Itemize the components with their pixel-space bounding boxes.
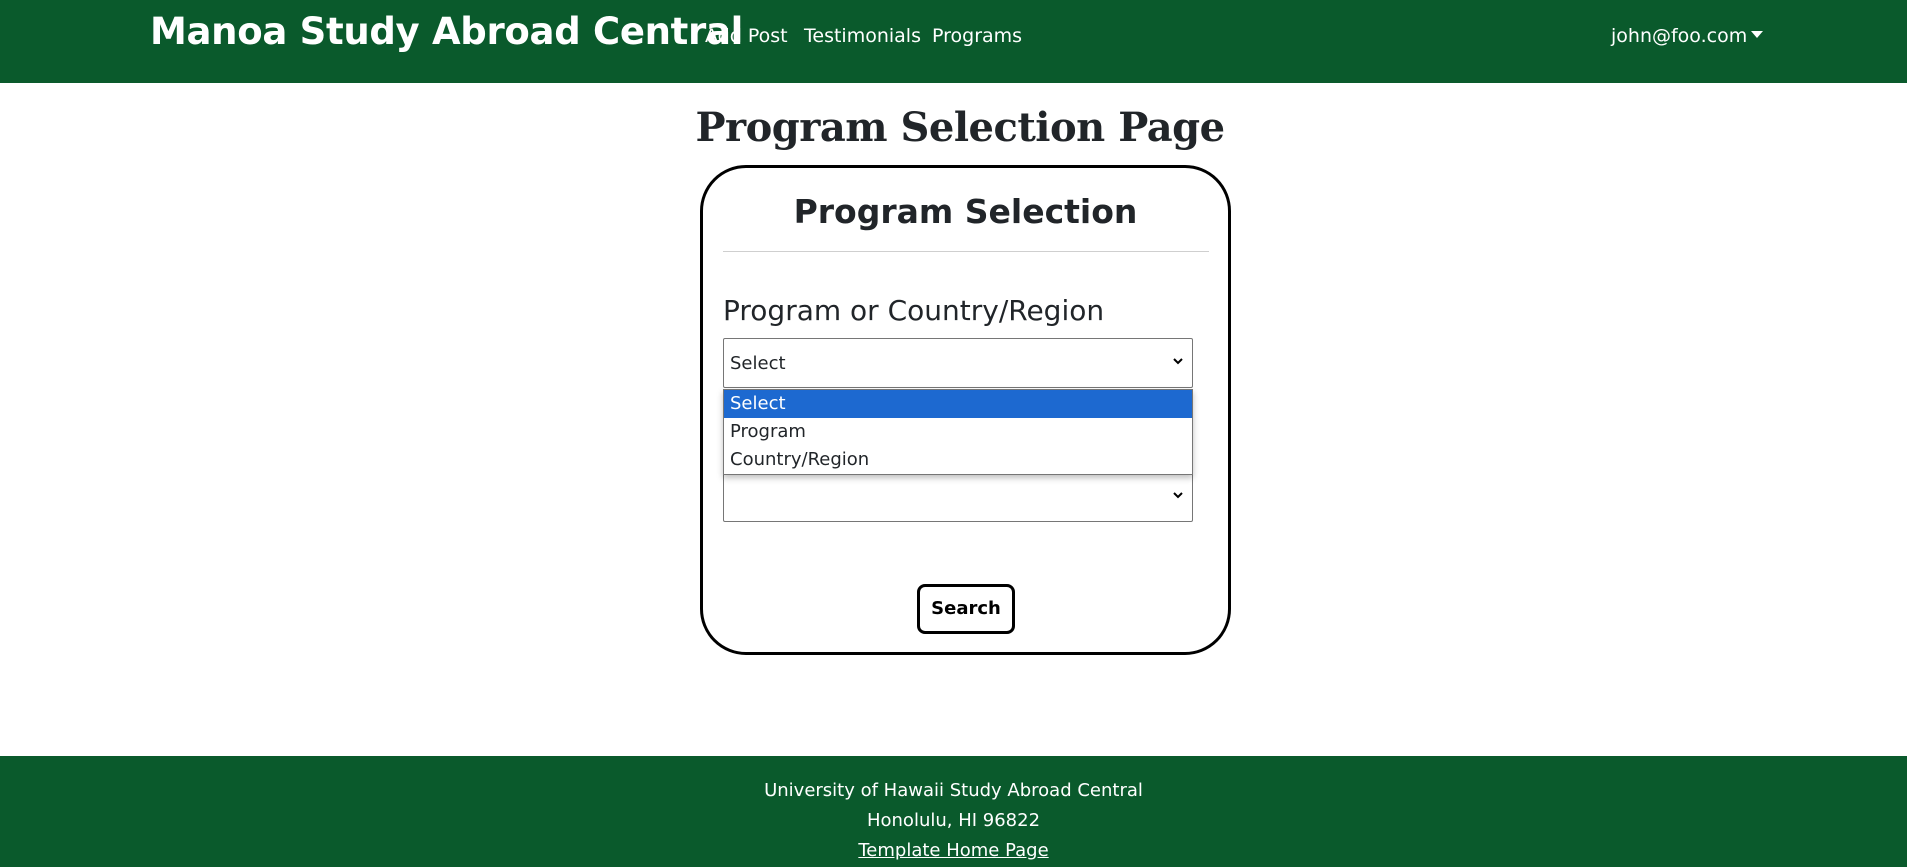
footer-home-link[interactable]: Template Home Page	[0, 840, 1907, 861]
footer-org-name: University of Hawaii Study Abroad Centra…	[764, 780, 1143, 801]
nav-link-add-post[interactable]: Add Post	[705, 25, 788, 47]
nav-link-testimonials[interactable]: Testimonials	[804, 25, 921, 47]
field-label: Program or Country/Region	[723, 294, 1105, 327]
dropdown-option-program[interactable]: Program	[724, 418, 1192, 446]
chevron-down-icon	[1173, 358, 1183, 365]
footer: University of Hawaii Study Abroad Centra…	[0, 756, 1907, 867]
dropdown-option-country-region[interactable]: Country/Region	[724, 446, 1192, 474]
secondary-select[interactable]	[723, 472, 1193, 522]
chevron-down-icon	[1173, 492, 1183, 499]
program-selection-card: Program Selection Program or Country/Reg…	[700, 165, 1231, 655]
page-title: Program Selection Page	[695, 104, 1225, 151]
search-button[interactable]: Search	[917, 584, 1015, 634]
brand-title[interactable]: Manoa Study Abroad Central	[150, 10, 743, 53]
program-or-country-select[interactable]: Select	[723, 338, 1193, 388]
card-title: Program Selection	[793, 192, 1138, 231]
user-email: john@foo.com	[1611, 25, 1748, 47]
nav-link-programs[interactable]: Programs	[932, 25, 1022, 47]
footer-address: Honolulu, HI 96822	[866, 810, 1041, 831]
divider	[723, 251, 1209, 252]
navbar: Manoa Study Abroad Central Add Post Test…	[0, 0, 1907, 83]
dropdown-option-select[interactable]: Select	[724, 390, 1192, 418]
caret-down-icon	[1751, 31, 1764, 38]
select-dropdown-list: Select Program Country/Region	[723, 389, 1193, 475]
select-value: Select	[730, 353, 786, 374]
user-menu-dropdown[interactable]: john@foo.com	[1611, 25, 1764, 47]
